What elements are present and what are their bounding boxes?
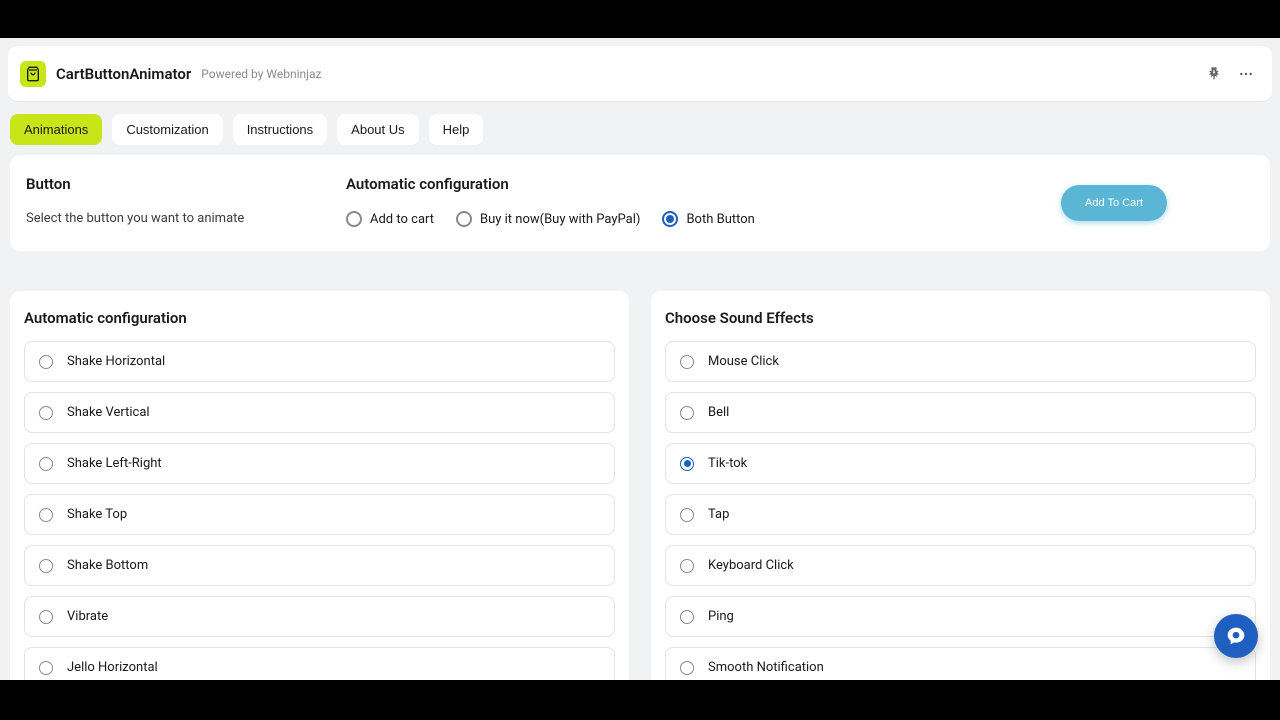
button-section-heading: Button [26,175,346,193]
option-label: Tap [708,507,729,522]
pin-button[interactable] [1200,60,1228,88]
animations-card: Automatic configuration Shake Horizontal… [10,291,629,680]
tab-instructions[interactable]: Instructions [233,114,327,145]
tab-help[interactable]: Help [429,114,484,145]
sound-option[interactable]: Mouse Click [665,341,1256,382]
option-label: Keyboard Click [708,558,794,573]
sound-option[interactable]: Tap [665,494,1256,535]
sound-option[interactable]: Ping [665,596,1256,637]
radio-icon [680,355,694,369]
target-option[interactable]: Add to cart [346,211,434,227]
sounds-heading: Choose Sound Effects [665,309,1256,327]
radio-icon [456,211,472,227]
animation-option[interactable]: Shake Top [24,494,615,535]
tab-about-us[interactable]: About Us [337,114,418,145]
option-label: Smooth Notification [708,660,824,675]
animation-option[interactable]: Shake Horizontal [24,341,615,382]
option-label: Shake Horizontal [67,354,165,369]
animation-option[interactable]: Vibrate [24,596,615,637]
app-subtitle: Powered by Webninjaz [201,67,321,81]
app-title: CartButtonAnimator [56,65,191,83]
animation-option[interactable]: Jello Horizontal [24,647,615,680]
shopping-bag-icon [25,66,41,82]
more-button[interactable] [1232,60,1260,88]
sound-option[interactable]: Bell [665,392,1256,433]
radio-icon [39,457,53,471]
chat-button[interactable] [1214,614,1258,658]
chat-icon [1226,626,1246,646]
radio-icon [39,508,53,522]
pin-icon [1206,66,1222,82]
animations-heading: Automatic configuration [24,309,615,327]
radio-label: Buy it now(Buy with PayPal) [480,212,640,227]
config-card: Button Select the button you want to ani… [10,155,1270,251]
radio-icon [39,610,53,624]
radio-icon [662,211,678,227]
option-label: Shake Bottom [67,558,148,573]
sound-option[interactable]: Keyboard Click [665,545,1256,586]
sound-option[interactable]: Tik-tok [665,443,1256,484]
option-label: Tik-tok [708,456,747,471]
app-logo [20,61,46,87]
tabs: Animations Customization Instructions About… [0,102,1280,155]
radio-icon [680,559,694,573]
option-label: Mouse Click [708,354,779,369]
sounds-card: Choose Sound Effects Mouse Click Bell Tik-… [651,291,1270,680]
button-section-description: Select the button you want to animate [26,211,346,226]
option-label: Shake Left-Right [67,456,162,471]
option-label: Shake Top [67,507,127,522]
radio-icon [680,508,694,522]
animation-option[interactable]: Shake Left-Right [24,443,615,484]
radio-icon [680,661,694,675]
tab-customization[interactable]: Customization [112,114,222,145]
radio-icon [680,406,694,420]
radio-icon [39,355,53,369]
option-label: Jello Horizontal [67,660,158,675]
option-label: Ping [708,609,734,624]
button-target-radio-group: Add to cart Buy it now(Buy with PayPal) Bo… [346,211,974,227]
animation-option[interactable]: Shake Bottom [24,545,615,586]
target-option[interactable]: Buy it now(Buy with PayPal) [456,211,640,227]
add-to-cart-preview-button[interactable]: Add To Cart [1061,185,1167,221]
sound-option[interactable]: Smooth Notification [665,647,1256,680]
radio-icon [39,406,53,420]
more-horizontal-icon [1238,66,1254,82]
option-label: Bell [708,405,729,420]
tab-animations[interactable]: Animations [10,114,102,145]
option-label: Vibrate [67,609,108,624]
radio-label: Add to cart [370,212,434,227]
radio-icon [39,661,53,675]
radio-icon [680,457,694,471]
animation-option[interactable]: Shake Vertical [24,392,615,433]
radio-label: Both Button [686,212,754,227]
auto-config-heading: Automatic configuration [346,175,974,193]
radio-icon [680,610,694,624]
option-label: Shake Vertical [67,405,150,420]
app-header: CartButtonAnimator Powered by Webninjaz [8,46,1272,102]
radio-icon [39,559,53,573]
radio-icon [346,211,362,227]
target-option[interactable]: Both Button [662,211,754,227]
